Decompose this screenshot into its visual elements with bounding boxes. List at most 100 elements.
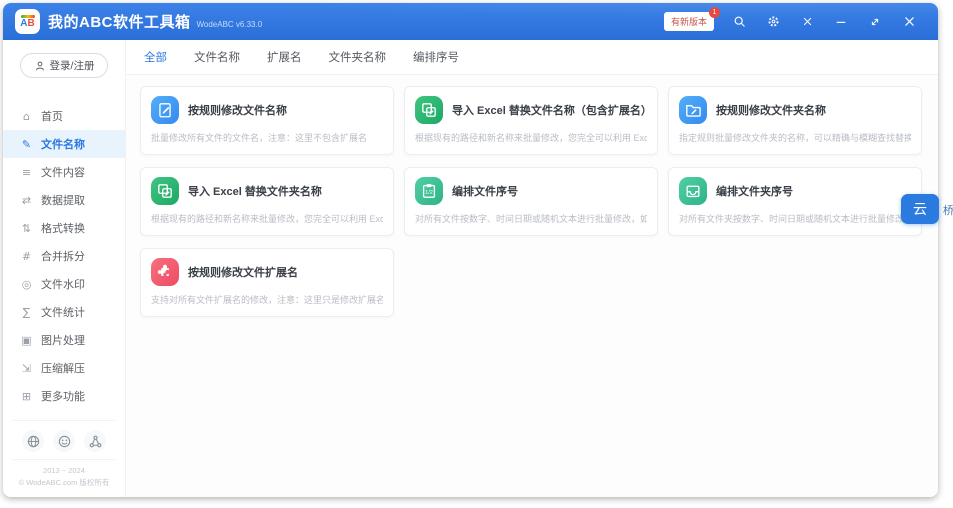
- new-version-label: 有新版本: [671, 17, 707, 27]
- sidebar-item-file-watermark[interactable]: ◎ 文件水印: [3, 270, 125, 298]
- card-title: 导入 Excel 替换文件夹名称: [188, 183, 322, 199]
- sidebar-item-label: 文件统计: [41, 304, 85, 320]
- maximize-button[interactable]: [858, 9, 892, 35]
- card-description: 对所有文件夹按数字、时间日期或随机文本进行批量修改，如果您的规则: [679, 212, 911, 225]
- search-button[interactable]: [722, 9, 756, 35]
- card-title: 按规则修改文件夹名称: [716, 102, 826, 118]
- edit-folder-icon: [679, 96, 707, 124]
- tab-serial[interactable]: 编排序号: [413, 49, 459, 65]
- sidebar-item-merge-split[interactable]: # 合并拆分: [3, 242, 125, 270]
- sidebar-menu: ⌂ 首页 ✎ 文件名称 ≡ 文件内容 ⇄ 数据提取 ⇅格式转换 # 合并拆分 ◎ 文件水印 ∑文件统计 ▣ 图…: [3, 102, 125, 410]
- home-icon: ⌂: [20, 110, 33, 123]
- app-window: AB 我的ABC软件工具箱 WodeABC v6.33.0 有新版本 1 登录/…: [3, 3, 938, 497]
- card-description: 支持对所有文件扩展名的修改，注意：这里只是修改扩展名，「不是」文: [151, 293, 383, 306]
- notification-count-badge: 1: [709, 7, 720, 18]
- copyright-years: 2013 ~ 2024: [3, 465, 125, 477]
- tool-card-rename-file-by-rule[interactable]: 按规则修改文件名称批量修改所有文件的文件名，注意：这里不包含扩展名: [140, 86, 394, 155]
- social-links: [3, 421, 125, 459]
- sidebar-item-file-stats[interactable]: ∑文件统计: [3, 298, 125, 326]
- person-icon: [34, 60, 46, 72]
- sidebar-item-file-content[interactable]: ≡ 文件内容: [3, 158, 125, 186]
- sidebar-footer: 2013 ~ 2024 © WodeABC.com 版权所有: [3, 420, 125, 497]
- browser-globe-icon: [26, 434, 41, 449]
- main-content: 全部 文件名称 扩展名 文件夹名称 编排序号 按规则修改文件名称批量修改所有文件的文件名…: [126, 40, 938, 497]
- cloud-partial-text: 桥: [943, 202, 953, 218]
- svg-text:1/2: 1/2: [425, 190, 433, 196]
- sidebar-item-label: 合并拆分: [41, 248, 85, 264]
- tab-file-name[interactable]: 文件名称: [194, 49, 240, 65]
- feedback-button[interactable]: [53, 430, 75, 452]
- data-extract-icon: ⇄: [20, 194, 33, 207]
- card-title: 按规则修改文件名称: [188, 102, 287, 118]
- card-title: 按规则修改文件扩展名: [188, 264, 298, 280]
- close-button[interactable]: [892, 9, 926, 35]
- titlebar: AB 我的ABC软件工具箱 WodeABC v6.33.0 有新版本 1: [3, 3, 938, 40]
- sidebar-item-label: 首页: [41, 108, 63, 124]
- card-description: 批量修改所有文件的文件名，注意：这里不包含扩展名: [151, 131, 383, 144]
- new-version-badge[interactable]: 有新版本 1: [664, 12, 714, 31]
- clipboard-number-icon: 1/2: [415, 177, 443, 205]
- settings-gear-icon: [767, 15, 780, 28]
- sidebar-item-file-name[interactable]: ✎ 文件名称: [3, 130, 125, 158]
- card-title: 导入 Excel 替换文件名称（包含扩展名）: [452, 102, 647, 118]
- sidebar-item-format-convert[interactable]: ⇅格式转换: [3, 214, 125, 242]
- card-description: 根据现有的路径和新名称来批量修改，您完全可以利用 Excel 强大的功能: [415, 131, 647, 144]
- tab-extension[interactable]: 扩展名: [267, 49, 302, 65]
- login-register-label: 登录/注册: [50, 58, 95, 73]
- card-header: 1/2编排文件序号: [415, 177, 647, 205]
- merge-split-icon: #: [20, 250, 33, 263]
- file-name-icon: ✎: [20, 138, 33, 151]
- card-header: 导入 Excel 替换文件夹名称: [151, 177, 383, 205]
- sidebar-item-label: 文件名称: [41, 136, 85, 152]
- settings-button[interactable]: [756, 9, 790, 35]
- skin-icon: [802, 16, 813, 27]
- card-header: 按规则修改文件夹名称: [679, 96, 911, 124]
- tool-card-excel-replace-file-name[interactable]: 导入 Excel 替换文件名称（包含扩展名） 根据现有的路径和新名称来批量修改，您…: [404, 86, 658, 155]
- sidebar-item-label: 文件水印: [41, 276, 85, 292]
- more-icon: ⊞: [20, 390, 33, 403]
- compress-icon: ⇲: [20, 362, 33, 375]
- tool-card-rename-folder-by-rule[interactable]: 按规则修改文件夹名称指定规则批量修改文件夹的名称，可以精确与模糊查找替换: [668, 86, 922, 155]
- sidebar-item-label: 文件内容: [41, 164, 85, 180]
- minimize-icon: [835, 16, 847, 28]
- close-icon: [903, 15, 916, 28]
- tool-card-arrange-folder-serial[interactable]: 编排文件夹序号对所有文件夹按数字、时间日期或随机文本进行批量修改，如果您的规则: [668, 167, 922, 236]
- sidebar-item-label: 更多功能: [41, 388, 85, 404]
- tool-card-change-extension-by-rule[interactable]: 按规则修改文件扩展名支持对所有文件扩展名的修改，注意：这里只是修改扩展名，「不是…: [140, 248, 394, 317]
- tool-card-arrange-file-serial[interactable]: 1/2编排文件序号对所有文件按数字、时间日期或随机文本进行批量修改，如果您的规则…: [404, 167, 658, 236]
- sidebar-item-label: 数据提取: [41, 192, 85, 208]
- app-version: WodeABC v6.33.0: [197, 20, 263, 29]
- watermark-icon: ◎: [20, 278, 33, 291]
- sidebar-item-more[interactable]: ⊞ 更多功能: [3, 382, 125, 410]
- format-convert-icon: ⇅: [20, 222, 33, 235]
- logo-text: AB: [20, 19, 34, 29]
- maximize-icon: [869, 16, 881, 28]
- card-description: 指定规则批量修改文件夹的名称，可以精确与模糊查找替换: [679, 131, 911, 144]
- login-register-button[interactable]: 登录/注册: [20, 53, 108, 78]
- sidebar-item-label: 图片处理: [41, 332, 85, 348]
- titlebar-controls: 有新版本 1: [664, 9, 926, 35]
- tool-card-excel-replace-folder-name[interactable]: 导入 Excel 替换文件夹名称根据现有的路径和新名称来批量修改，您完全可以利用…: [140, 167, 394, 236]
- sidebar: 登录/注册 ⌂ 首页 ✎ 文件名称 ≡ 文件内容 ⇄ 数据提取 ⇅格式转换 # 合并拆分 ◎ 文件水印 ∑…: [3, 40, 126, 497]
- website-button[interactable]: [22, 430, 44, 452]
- tray-number-icon: [679, 177, 707, 205]
- sidebar-item-data-extract[interactable]: ⇄ 数据提取: [3, 186, 125, 214]
- tool-cards-grid: 按规则修改文件名称批量修改所有文件的文件名，注意：这里不包含扩展名导入 Exce…: [126, 75, 938, 317]
- sidebar-item-image-process[interactable]: ▣ 图片处理: [3, 326, 125, 354]
- card-header: 导入 Excel 替换文件名称（包含扩展名）: [415, 96, 647, 124]
- tab-all[interactable]: 全部: [144, 49, 167, 65]
- skin-button[interactable]: [790, 9, 824, 35]
- card-header: 按规则修改文件名称: [151, 96, 383, 124]
- file-content-icon: ≡: [20, 166, 33, 179]
- sidebar-item-label: 压缩解压: [41, 360, 85, 376]
- tab-folder-name[interactable]: 文件夹名称: [329, 49, 387, 65]
- image-icon: ▣: [20, 334, 33, 347]
- share-button[interactable]: [84, 430, 106, 452]
- cloud-floating-button[interactable]: 云: [901, 194, 939, 224]
- card-description: 根据现有的路径和新名称来批量修改，您完全可以利用 Excel 强大的功能: [151, 212, 383, 225]
- minimize-button[interactable]: [824, 9, 858, 35]
- sidebar-item-compress[interactable]: ⇲ 压缩解压: [3, 354, 125, 382]
- chat-icon: [57, 434, 72, 449]
- title-wrap: 我的ABC软件工具箱 WodeABC v6.33.0: [48, 11, 262, 32]
- sidebar-item-home[interactable]: ⌂ 首页: [3, 102, 125, 130]
